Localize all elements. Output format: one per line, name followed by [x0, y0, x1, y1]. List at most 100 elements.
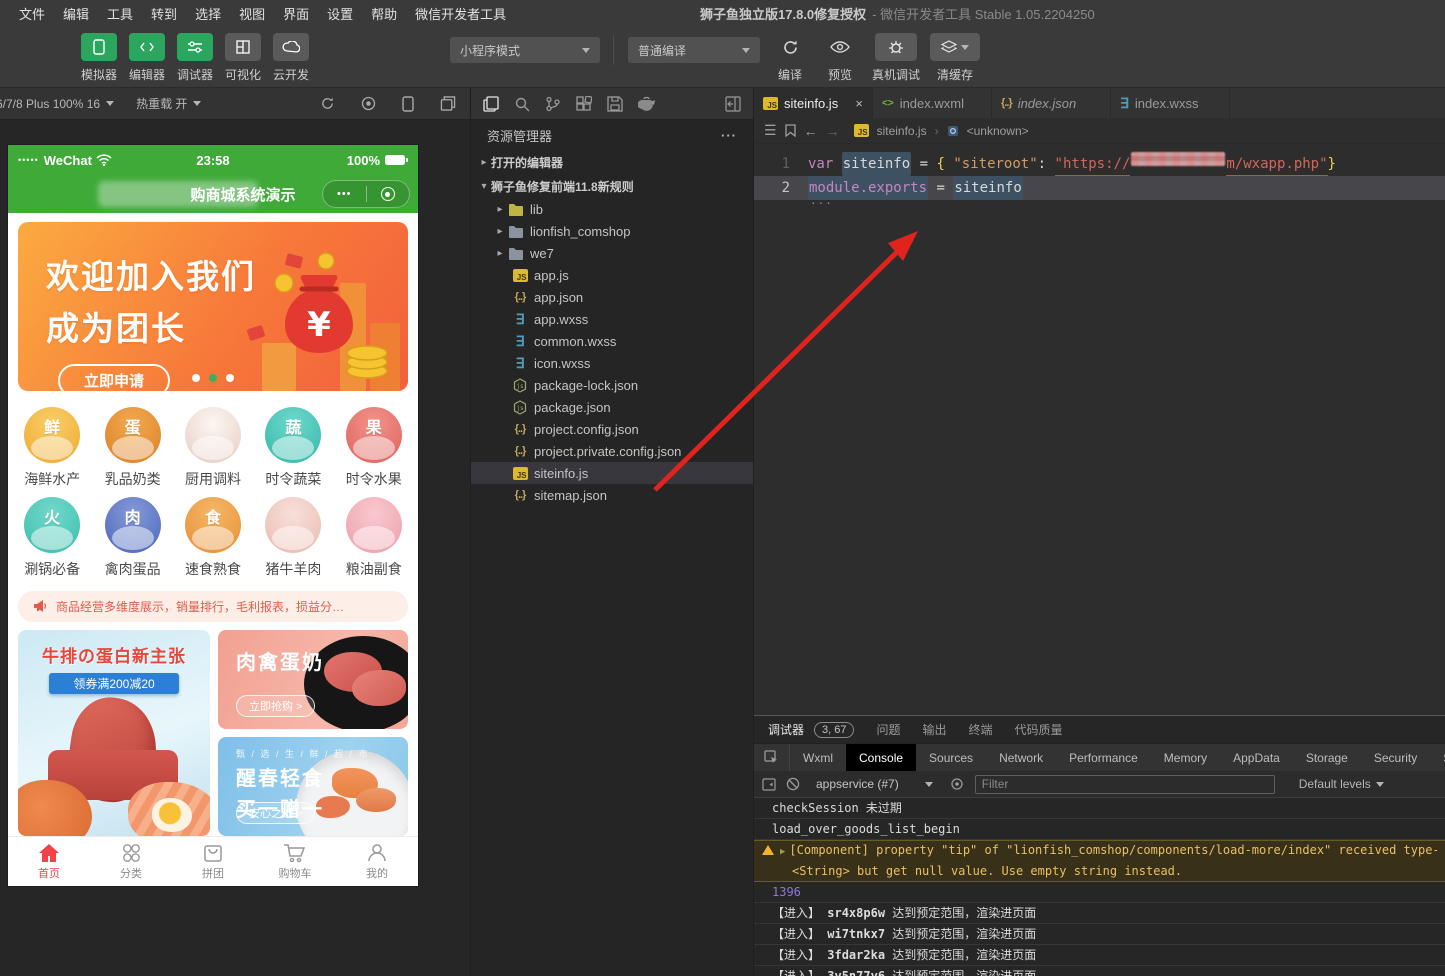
menu-goto[interactable]: 转到: [142, 4, 186, 23]
clear-console-icon[interactable]: [786, 777, 800, 791]
code-editor[interactable]: 1 var siteinfo = { "siteroot": "https://…: [754, 144, 1445, 715]
category-seafood[interactable]: 鲜海鲜水产: [12, 406, 92, 489]
category-grain-oil[interactable]: 粮油副食: [334, 496, 414, 579]
tab-output[interactable]: 输出: [923, 721, 947, 738]
log-row-warning[interactable]: ▶ [Component] property "tip" of "lionfish…: [754, 840, 1445, 882]
log-row-enter[interactable]: 【进入】 wi7tnkx7 达到预定范围，渲染进页面: [754, 924, 1445, 945]
tree-item-lib[interactable]: ▸ lib: [471, 198, 753, 220]
sidebar-toggle-icon[interactable]: [762, 777, 776, 791]
files-icon[interactable]: [483, 95, 499, 112]
tree-item-project-private-config-json[interactable]: {..} project.private.config.json: [471, 440, 753, 462]
promo-card-steak[interactable]: 牛排の蛋白新主张 领券满200减20: [18, 629, 210, 837]
tree-item-package-lock-json[interactable]: js package-lock.json: [471, 374, 753, 396]
project-root-folder[interactable]: ▾ 狮子鱼修复前端11.8新规则: [471, 174, 753, 198]
buy-now-button[interactable]: 立即抢购 >: [236, 695, 316, 717]
menu-edit[interactable]: 编辑: [54, 4, 98, 23]
tree-item-app-js[interactable]: JS app.js: [471, 264, 753, 286]
inspect-element-icon[interactable]: [754, 744, 790, 771]
close-tab-icon[interactable]: ×: [855, 96, 863, 111]
log-row-enter[interactable]: 【进入】 3y5n77y6 达到预定范围，渲染进页面: [754, 966, 1445, 976]
category-hotpot[interactable]: 火涮锅必备: [12, 496, 92, 579]
clear-cache-button[interactable]: 清缓存: [927, 33, 983, 83]
tab-debugger[interactable]: 调试器: [768, 721, 804, 738]
menu-settings[interactable]: 设置: [318, 4, 362, 23]
log-row[interactable]: checkSession 未过期: [754, 798, 1445, 819]
tab-home[interactable]: 首页: [8, 837, 90, 886]
category-meat[interactable]: 猪牛羊肉: [253, 496, 333, 579]
tab-index-wxml[interactable]: <> index.wxml: [873, 88, 992, 118]
more-icon[interactable]: •••: [323, 188, 366, 200]
simulator-button[interactable]: 模拟器: [75, 33, 123, 83]
menu-file[interactable]: 文件: [10, 4, 54, 23]
tree-item-app-json[interactable]: {..} app.json: [471, 286, 753, 308]
category-seasoning[interactable]: 厨用调料: [173, 406, 253, 489]
collapse-sidebar-icon[interactable]: [725, 95, 741, 112]
category-poultry[interactable]: 肉禽肉蛋品: [92, 496, 172, 579]
tab-problems[interactable]: 问题: [876, 721, 900, 738]
expand-caret-icon[interactable]: ▶: [780, 847, 785, 857]
tree-item-siteinfo-js[interactable]: JS siteinfo.js: [471, 462, 753, 484]
devtools-tab-memory[interactable]: Memory: [1151, 744, 1220, 771]
menu-help[interactable]: 帮助: [362, 4, 406, 23]
notice-bar[interactable]: 商品经营多维度展示，销量排行，毛利报表，损益分…: [18, 590, 408, 622]
devtools-tab-service[interactable]: Ser: [1430, 744, 1445, 771]
tab-cart[interactable]: 购物车: [254, 837, 336, 886]
menu-tools[interactable]: 工具: [98, 4, 142, 23]
record-icon[interactable]: [361, 96, 376, 111]
source-control-icon[interactable]: [545, 96, 561, 112]
context-select[interactable]: appservice (#7): [810, 775, 939, 793]
menu-select[interactable]: 选择: [186, 4, 230, 23]
tab-terminal[interactable]: 终端: [969, 721, 993, 738]
tree-item-icon-wxss[interactable]: ∃ icon.wxss: [471, 352, 753, 374]
device-select[interactable]: 6/7/8 Plus 100% 16: [0, 97, 115, 111]
devtools-tab-performance[interactable]: Performance: [1056, 744, 1151, 771]
tab-code-quality[interactable]: 代码质量: [1015, 721, 1063, 738]
capsule-menu[interactable]: •••: [322, 180, 410, 208]
open-editors-section[interactable]: ▸ 打开的编辑器: [471, 150, 753, 174]
safe-choice-button[interactable]: 安心之选 >: [236, 802, 316, 825]
search-icon[interactable]: [514, 96, 530, 112]
compile-button[interactable]: 编译: [765, 33, 815, 83]
category-vegetables[interactable]: 蔬时令蔬菜: [253, 406, 333, 489]
mode-select[interactable]: 小程序模式: [450, 37, 600, 63]
log-levels-select[interactable]: Default levels: [1299, 777, 1384, 791]
devtools-tab-network[interactable]: Network: [986, 744, 1056, 771]
tree-item-sitemap-json[interactable]: {..} sitemap.json: [471, 484, 753, 506]
tab-index-json[interactable]: {..} index.json: [992, 88, 1111, 118]
carousel-dots[interactable]: [18, 373, 408, 382]
save-icon[interactable]: [607, 95, 623, 112]
forward-icon[interactable]: →: [826, 123, 840, 139]
category-instant-food[interactable]: 食速食熟食: [173, 496, 253, 579]
category-fruits[interactable]: 果时令水果: [334, 406, 414, 489]
teapot-icon[interactable]: [638, 96, 656, 111]
promo-banner[interactable]: 欢迎加入我们 成为团长 立即申请 ¥: [18, 222, 408, 391]
more-actions-icon[interactable]: ···: [721, 128, 737, 143]
log-row[interactable]: 1396: [754, 882, 1445, 903]
tree-item-package-json[interactable]: js package.json: [471, 396, 753, 418]
tree-item-we7[interactable]: ▸ we7: [471, 242, 753, 264]
log-row[interactable]: load_over_goods_list_begin: [754, 819, 1445, 840]
console-filter-input[interactable]: [974, 774, 1275, 794]
devtools-tab-appdata[interactable]: AppData: [1220, 744, 1293, 771]
tab-category[interactable]: 分类: [90, 837, 172, 886]
debugger-button[interactable]: 调试器: [171, 33, 219, 83]
devtools-tab-security[interactable]: Security: [1361, 744, 1430, 771]
tree-item-project-config-json[interactable]: {..} project.config.json: [471, 418, 753, 440]
tree-item-common-wxss[interactable]: ∃ common.wxss: [471, 330, 753, 352]
menu-devtools[interactable]: 微信开发者工具: [406, 4, 515, 23]
devtools-tab-wxml[interactable]: Wxml: [790, 744, 846, 771]
promo-card-fresh[interactable]: 甄 / 选 / 生 / 鲜 / 超 / 市 醒春轻食 买一赠一 安心之选 >: [218, 737, 408, 837]
tab-group-buy[interactable]: 拼团: [172, 837, 254, 886]
preview-button[interactable]: 预览: [815, 33, 865, 83]
back-icon[interactable]: ←: [804, 123, 818, 139]
tab-index-wxss[interactable]: ∃ index.wxss: [1111, 88, 1230, 118]
promo-card-meat[interactable]: 肉禽蛋奶 立即抢购 >: [218, 629, 408, 729]
device-frame-icon[interactable]: [402, 95, 414, 112]
category-dairy[interactable]: 蛋乳品奶类: [92, 406, 172, 489]
outline-icon[interactable]: ☰: [764, 122, 777, 139]
exit-target-icon[interactable]: [367, 187, 410, 201]
extensions-icon[interactable]: [576, 95, 592, 112]
eye-icon[interactable]: [949, 778, 965, 790]
menu-interface[interactable]: 界面: [274, 4, 318, 23]
restart-icon[interactable]: [320, 96, 335, 111]
